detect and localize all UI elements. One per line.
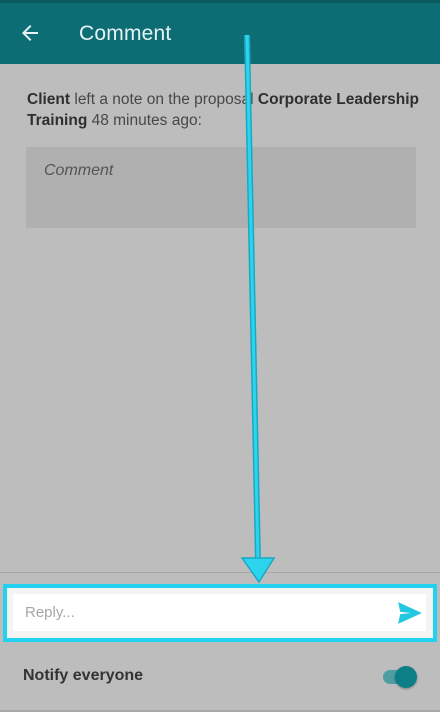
note-mid-text: left a note on the proposal [70,91,258,108]
note-time: 48 minutes ago: [87,112,202,129]
send-icon[interactable] [397,601,423,625]
notify-toggle[interactable] [381,666,417,688]
page-title: Comment [79,22,172,45]
reply-bar [3,584,437,642]
divider [0,572,440,573]
reply-input[interactable] [13,594,426,631]
toggle-knob [395,666,417,688]
notify-label: Notify everyone [23,667,144,684]
note-author: Client [27,91,71,108]
arrow-left-icon[interactable] [18,21,42,45]
comment-placeholder: Comment [44,162,114,179]
comment-box: Comment [26,147,416,228]
note-description: Client left a note on the proposal Corpo… [27,89,422,131]
app-header: Comment [0,0,440,64]
